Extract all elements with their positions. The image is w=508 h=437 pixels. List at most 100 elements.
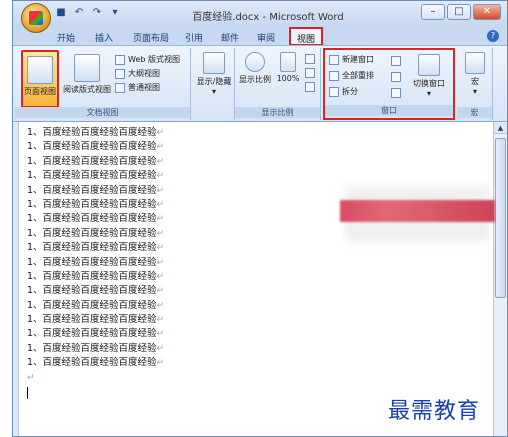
print-layout-button[interactable]: 页面视图 [21,50,59,108]
scroll-thumb[interactable] [495,138,506,298]
maximize-button[interactable]: □ [447,4,471,20]
ribbon: 页面视图 阅读版式视图 Web 版式视图 大纲视图 普通视图 文档视图 显示/隐… [13,45,507,122]
sync-scroll-button[interactable] [391,72,401,82]
arrange-all-icon [329,70,339,81]
redo-icon[interactable]: ↷ [91,7,103,19]
tab-view[interactable]: 视图 [289,27,324,46]
tab-mailings[interactable]: 邮件 [221,31,239,44]
page-width-button[interactable] [305,82,315,92]
full-screen-reading-button[interactable]: 阅读版式视图 [61,54,113,108]
group-label-zoom: 显示比例 [235,107,320,118]
full-screen-reading-icon [74,54,100,82]
draft-label: 普通视图 [128,83,160,92]
chevron-down-icon: ▾ [426,89,431,98]
chevron-down-icon: ▾ [211,87,216,96]
zoom-label: 显示比例 [239,75,271,84]
outline-button[interactable]: 大纲视图 [115,68,160,79]
two-pages-button[interactable] [305,68,315,78]
sync-scroll-icon [391,72,401,82]
outline-icon [115,68,125,79]
vertical-scrollbar[interactable]: ▲ [493,122,507,436]
one-page-button[interactable] [305,54,315,64]
split-label: 拆分 [342,87,358,96]
page-width-icon [305,82,315,92]
window-title: 百度经验.docx - Microsoft Word [192,12,344,23]
text-line[interactable]: 1、百度经验百度经验百度经验↵ [27,169,493,183]
group-macros: 宏 ▾ 宏 [457,48,493,120]
tab-page-layout[interactable]: 页面布局 [133,31,169,44]
full-screen-reading-label: 阅读版式视图 [63,85,111,94]
group-zoom: 显示比例 100% 显示比例 [235,48,321,120]
page-icon [280,52,296,72]
tab-insert[interactable]: 插入 [95,31,113,44]
macros-icon [465,52,485,74]
split-icon [329,86,339,97]
print-layout-label: 页面视图 [24,87,56,96]
new-window-icon [329,54,339,65]
customize-icon[interactable]: ▾ [109,7,121,19]
arrange-all-button[interactable]: 全部重排 [329,70,374,81]
view-side-by-side-button[interactable] [391,56,401,66]
show-hide-icon [203,52,225,74]
window-controls: – □ ✕ [421,4,501,20]
text-line[interactable]: 1、百度经验百度经验百度经验↵ [27,241,493,255]
switch-windows-label: 切换窗口 [413,79,445,88]
tab-home[interactable]: 开始 [57,31,75,44]
text-line[interactable]: 1、百度经验百度经验百度经验↵ [27,327,493,341]
arrange-all-label: 全部重排 [342,71,374,80]
office-button[interactable] [21,3,51,33]
side-by-side-icon [391,56,401,66]
tab-review[interactable]: 审阅 [257,31,275,44]
minimize-button[interactable]: – [421,4,445,20]
group-label-document-views: 文档视图 [15,107,190,118]
macros-button[interactable]: 宏 ▾ [461,52,489,96]
reset-position-button[interactable] [391,88,401,98]
hundred-percent-label: 100% [276,74,300,83]
help-icon[interactable]: ? [487,30,499,42]
undo-icon[interactable]: ↶ [73,7,85,19]
text-line[interactable]: 1、百度经验百度经验百度经验↵ [27,356,493,370]
blurred-banner [340,200,495,222]
group-window: 新建窗口 全部重排 拆分 切换窗口 ▾ 窗口 [323,48,455,120]
text-line[interactable]: 1、百度经验百度经验百度经验↵ [27,270,493,284]
magnifier-icon [245,52,265,72]
hundred-percent-button[interactable]: 100% [275,52,301,83]
group-label-macros: 宏 [457,107,492,118]
web-layout-icon [115,54,125,65]
empty-line[interactable]: ↵ [27,371,493,385]
save-icon[interactable]: ■ [55,7,67,19]
text-line[interactable]: 1、百度经验百度经验百度经验↵ [27,299,493,313]
text-line[interactable]: 1、百度经验百度经验百度经验↵ [27,313,493,327]
close-button[interactable]: ✕ [473,4,501,20]
split-button[interactable]: 拆分 [329,86,358,97]
scroll-up-arrow-icon[interactable]: ▲ [494,122,507,134]
text-line[interactable]: 1、百度经验百度经验百度经验↵ [27,342,493,356]
web-layout-button[interactable]: Web 版式视图 [115,54,180,65]
show-hide-button[interactable]: 显示/隐藏 ▾ [195,52,233,96]
group-show-hide: 显示/隐藏 ▾ [193,48,235,120]
text-line[interactable]: 1、百度经验百度经验百度经验↵ [27,126,493,140]
print-layout-icon [27,56,53,84]
group-document-views: 页面视图 阅读版式视图 Web 版式视图 大纲视图 普通视图 文档视图 [15,48,191,120]
document-page[interactable]: 1、百度经验百度经验百度经验↵ 1、百度经验百度经验百度经验↵ 1、百度经验百度… [27,126,493,436]
text-line[interactable]: 1、百度经验百度经验百度经验↵ [27,284,493,298]
chevron-down-icon: ▾ [472,87,477,96]
draft-icon [115,82,125,93]
show-hide-label: 显示/隐藏 [196,77,232,86]
tab-references[interactable]: 引用 [185,31,203,44]
outline-label: 大纲视图 [128,69,160,78]
one-page-icon [305,54,315,64]
draft-button[interactable]: 普通视图 [115,82,160,93]
text-line[interactable]: 1、百度经验百度经验百度经验↵ [27,140,493,154]
document-area[interactable]: 1、百度经验百度经验百度经验↵ 1、百度经验百度经验百度经验↵ 1、百度经验百度… [13,122,507,436]
watermark-text: 最需教育 [388,399,481,424]
new-window-button[interactable]: 新建窗口 [329,54,374,65]
office-logo-icon [29,11,43,25]
text-line[interactable]: 1、百度经验百度经验百度经验↵ [27,155,493,169]
ribbon-tabs: 开始 插入 页面布局 引用 邮件 审阅 视图 ? [13,27,507,46]
zoom-button[interactable]: 显示比例 [237,52,273,85]
switch-windows-button[interactable]: 切换窗口 ▾ [407,54,451,98]
group-label-window: 窗口 [325,105,453,116]
reset-position-icon [391,88,401,98]
text-line[interactable]: 1、百度经验百度经验百度经验↵ [27,256,493,270]
